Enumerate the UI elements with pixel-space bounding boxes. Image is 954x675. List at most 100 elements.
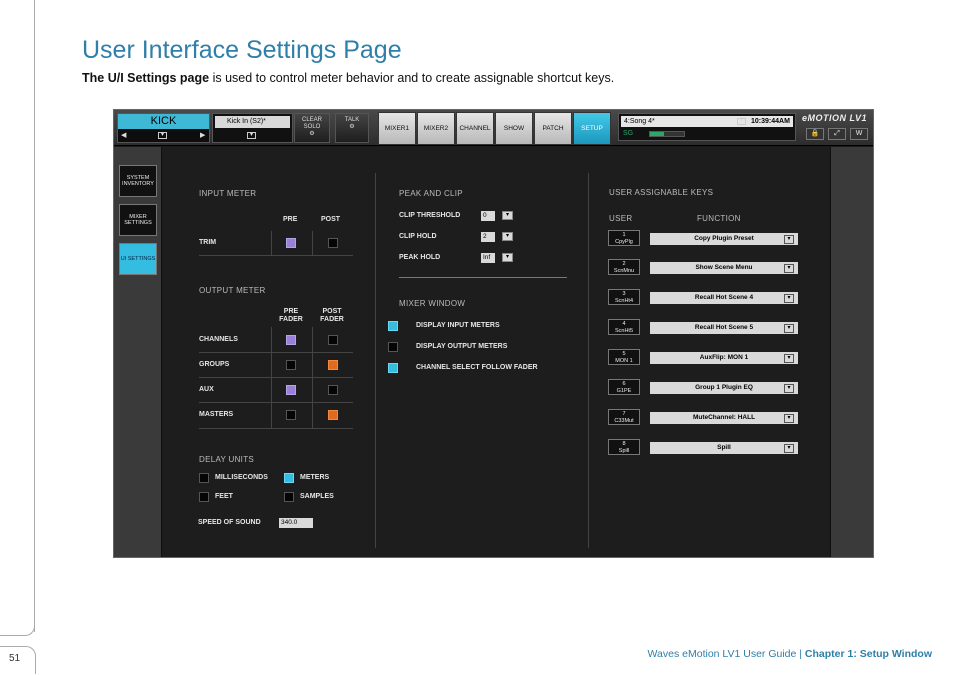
key-function-select[interactable]: MuteChannel: HALL [650,412,798,424]
masters-post-checkbox[interactable] [328,410,338,420]
clip-threshold-dropdown-icon[interactable]: ▾ [502,211,513,220]
peak-hold-dropdown-icon[interactable]: ▾ [502,253,513,262]
milliseconds-radio[interactable] [199,473,209,483]
key-number: 1 [622,232,626,238]
key-number: 5 [622,351,626,357]
tab-show[interactable]: SHOW [495,112,533,145]
channels-post-checkbox[interactable] [328,335,338,345]
setup-sidebar: SYSTEM INVENTORY MIXER SETTINGS UI SETTI… [114,147,162,557]
tab-patch[interactable]: PATCH [534,112,572,145]
next-channel-icon[interactable]: ▶ [200,131,205,139]
key-function-select[interactable]: Recall Hot Scene 5 [650,322,798,334]
channel-dropdown-icon[interactable]: ▾ [158,132,167,139]
channels-pre-checkbox[interactable] [286,335,296,345]
key-number: 2 [622,261,626,267]
song-dropdown-icon[interactable]: ▾ [737,118,746,125]
song-display[interactable]: 4:Song 4* ▾ 10:39:44AM SG [618,113,796,141]
delay-units-heading: DELAY UNITS [199,455,255,464]
gear-icon: ⚙ [349,124,355,130]
page-title: User Interface Settings Page [82,36,402,64]
chevron-down-icon[interactable]: ▾ [784,264,794,273]
tab-mixer1[interactable]: MIXER1 [378,112,416,145]
column-divider [375,173,376,548]
key-function-select[interactable]: Recall Hot Scene 4 [650,292,798,304]
footer-chapter: Chapter 1: Setup Window [804,648,932,660]
prev-channel-icon[interactable]: ◀ [121,131,126,139]
trim-post-checkbox[interactable] [328,238,338,248]
emotion-logo: eMOTION LV1 [802,113,868,123]
user-key-5[interactable]: 5 MON 1 [608,349,640,365]
key-short-label: ScnHt5 [614,328,634,334]
groups-pre-checkbox[interactable] [286,360,296,370]
tab-setup[interactable]: SETUP [573,112,611,145]
channel-input-select[interactable]: Kick In (S2)* ▾ [212,113,293,143]
channel-input[interactable]: Kick In (S2)* [215,116,290,128]
milliseconds-label: MILLISECONDS [215,474,268,481]
talk-button[interactable]: TALK ⚙ [335,113,369,143]
sidebar-item-system-inventory[interactable]: SYSTEM INVENTORY [119,165,157,197]
sidebar-item-ui-settings[interactable]: UI SETTINGS [119,243,157,275]
display-input-meters-checkbox[interactable] [388,321,398,331]
key-function-select[interactable]: AuxFlip: MON 1 [650,352,798,364]
chevron-down-icon[interactable]: ▾ [784,414,794,423]
masters-pre-checkbox[interactable] [286,410,296,420]
channel-name[interactable]: KICK [118,114,209,129]
chevron-down-icon[interactable]: ▾ [784,294,794,303]
samples-radio[interactable] [284,492,294,502]
channel-select-follow-fader-checkbox[interactable] [388,363,398,373]
samples-label: SAMPLES [300,493,334,500]
tab-mixer2[interactable]: MIXER2 [417,112,455,145]
sidebar-item-mixer-settings[interactable]: MIXER SETTINGS [119,204,157,236]
peak-and-clip-heading: PEAK AND CLIP [399,189,463,198]
key-function-select[interactable]: Copy Plugin Preset [650,233,798,245]
song-name-field[interactable]: 4:Song 4* ▾ 10:39:44AM [621,116,793,127]
right-panel [830,147,873,557]
chevron-down-icon[interactable]: ▾ [784,444,794,453]
divider [271,231,272,255]
clear-solo-button[interactable]: CLEAR SOLO ⚙ [294,113,330,143]
meters-label: METERS [300,474,330,481]
divider [199,402,353,403]
feet-radio[interactable] [199,492,209,502]
waves-logo-icon[interactable]: W [850,128,868,140]
key-function-select[interactable]: Spill [650,442,798,454]
chevron-down-icon[interactable]: ▾ [784,235,794,244]
user-key-2[interactable]: 2 ScnMnu [608,259,640,275]
margin-line [34,0,35,632]
output-meter-heading: OUTPUT METER [199,286,266,295]
clip-hold-label: CLIP HOLD [399,233,437,240]
user-key-4[interactable]: 4 ScnHt5 [608,319,640,335]
user-column-header: USER [609,214,633,223]
peak-hold-value[interactable]: Inf [481,253,495,263]
user-key-6[interactable]: 6 G1PE [608,379,640,395]
clip-threshold-value[interactable]: 0 [481,211,495,221]
speed-of-sound-input[interactable]: 340.0 [279,518,313,528]
user-key-7[interactable]: 7 C33Mut [608,409,640,425]
key-short-label: C33Mut [614,418,634,424]
footer-guide: Waves eMotion LV1 User Guide | [647,648,805,660]
display-output-meters-checkbox[interactable] [388,342,398,352]
aux-pre-checkbox[interactable] [286,385,296,395]
aux-post-checkbox[interactable] [328,385,338,395]
output-row-aux: AUX [199,386,214,393]
meters-radio[interactable] [284,473,294,483]
user-key-8[interactable]: 8 Spill [608,439,640,455]
chevron-down-icon[interactable]: ▾ [784,324,794,333]
tab-channel[interactable]: CHANNEL [456,112,494,145]
user-key-3[interactable]: 3 ScnHt4 [608,289,640,305]
trim-pre-checkbox[interactable] [286,238,296,248]
clip-hold-dropdown-icon[interactable]: ▾ [502,232,513,241]
channel-name-box[interactable]: KICK ◀ ▾ ▶ [117,113,210,143]
chevron-down-icon[interactable]: ▾ [784,354,794,363]
groups-post-checkbox[interactable] [328,360,338,370]
clip-hold-value[interactable]: 2 [481,232,495,242]
chevron-down-icon[interactable]: ▾ [784,384,794,393]
key-function-select[interactable]: Group 1 Plugin EQ [650,382,798,394]
key-function-select[interactable]: Show Scene Menu [650,262,798,274]
divider [199,377,353,378]
input-dropdown-icon[interactable]: ▾ [247,132,256,139]
function-column-header: FUNCTION [697,214,741,223]
lock-icon[interactable]: 🔒 [806,128,824,140]
expand-icon[interactable]: ⤢ [828,128,846,140]
user-key-1[interactable]: 1 CpyPlg [608,230,640,246]
